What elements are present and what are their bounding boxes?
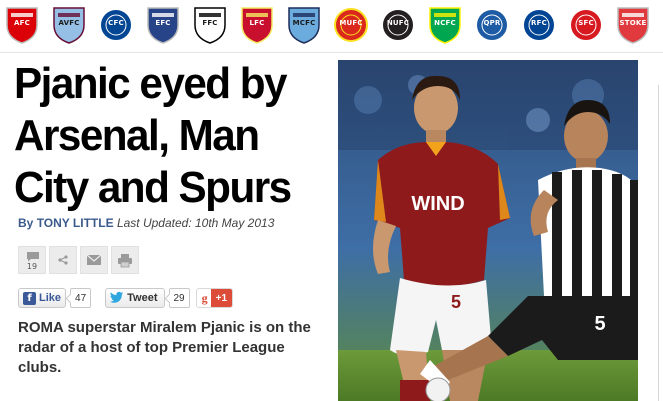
crest-newcastle-united-link[interactable]: NUFC	[380, 5, 416, 45]
share-button[interactable]	[49, 246, 77, 274]
crest-reading-label: RFC	[531, 19, 547, 27]
article-photo: WIND 5 5	[338, 60, 638, 401]
svg-text:5: 5	[451, 292, 461, 312]
crest-fulham-link[interactable]: FFC	[192, 5, 228, 45]
crest-stoke-city-label: STOKE	[619, 19, 647, 27]
share-icon	[57, 254, 69, 266]
email-icon	[86, 254, 102, 266]
print-button[interactable]	[111, 246, 139, 274]
crest-southampton-link[interactable]: SFC	[568, 5, 604, 45]
sidebar-border	[658, 85, 659, 401]
comments-button[interactable]: 19	[18, 246, 46, 274]
crest-norwich-city-link[interactable]: NCFC	[427, 5, 463, 45]
last-updated: Last Updated: 10th May 2013	[116, 216, 275, 230]
crest-newcastle-united-label: NUFC	[386, 19, 410, 27]
comments-count: 19	[26, 262, 38, 271]
crest-aston-villa-label: AVFC	[58, 19, 80, 27]
crest-arsenal-link[interactable]: AFC	[4, 5, 40, 45]
crest-fulham-label: FFC	[202, 19, 218, 27]
print-icon	[117, 253, 133, 268]
article-tools: 19	[18, 246, 139, 274]
twitter-tweet-label: Tweet	[127, 292, 158, 304]
crest-reading-link[interactable]: RFC	[521, 5, 557, 45]
page-gutter	[655, 60, 663, 401]
social-share-bar: f Like 47 Tweet 29 g +1	[18, 288, 234, 308]
crest-chelsea-link[interactable]: CFC	[98, 5, 134, 45]
twitter-bird-icon	[110, 291, 127, 306]
author-link[interactable]: TONY LITTLE	[37, 216, 114, 230]
crest-everton-label: EFC	[155, 19, 171, 27]
byline: By TONY LITTLE Last Updated: 10th May 20…	[18, 216, 274, 230]
club-crest-strip: AFC AVFC CFC EFC FFC LFC MCFC MUFC NUFC NCFC QPR RF…	[0, 0, 663, 54]
crest-manchester-united-label: MUFC	[339, 19, 363, 27]
twitter-tweet-count: 29	[168, 288, 190, 308]
crest-manchester-city-link[interactable]: MCFC	[286, 5, 322, 45]
comment-icon	[26, 251, 40, 262]
email-button[interactable]	[80, 246, 108, 274]
crest-liverpool-link[interactable]: LFC	[239, 5, 275, 45]
crest-liverpool-label: LFC	[249, 19, 265, 27]
google-plus-icon: g	[201, 290, 208, 305]
crest-stoke-city-link[interactable]: STOKE	[615, 5, 651, 45]
crest-norwich-city-label: NCFC	[434, 19, 456, 27]
facebook-like-button[interactable]: f Like	[18, 288, 67, 308]
google-plus-one-label: +1	[210, 289, 233, 307]
crest-qpr-label: QPR	[483, 19, 501, 27]
crest-qpr-link[interactable]: QPR	[474, 5, 510, 45]
facebook-icon: f	[23, 291, 36, 305]
byline-prefix: By	[18, 216, 34, 230]
svg-text:5: 5	[594, 313, 605, 335]
article-standfirst: ROMA superstar Miralem Pjanic is on the …	[18, 319, 311, 376]
google-plus-button[interactable]: g +1	[195, 288, 234, 308]
svg-text:WIND: WIND	[411, 193, 464, 215]
article-headline: Pjanic eyed by Arsenal, Man City and Spu…	[14, 59, 292, 212]
header-divider	[0, 52, 663, 53]
crest-manchester-city-label: MCFC	[292, 19, 316, 27]
crest-chelsea-label: CFC	[108, 19, 124, 27]
facebook-like-count: 47	[70, 288, 92, 308]
crest-arsenal-label: AFC	[14, 19, 30, 27]
crest-manchester-united-link[interactable]: MUFC	[333, 5, 369, 45]
crest-southampton-label: SFC	[578, 19, 594, 27]
crest-aston-villa-link[interactable]: AVFC	[51, 5, 87, 45]
facebook-like-label: Like	[39, 292, 62, 304]
crest-everton-link[interactable]: EFC	[145, 5, 181, 45]
twitter-tweet-button[interactable]: Tweet	[105, 288, 165, 308]
